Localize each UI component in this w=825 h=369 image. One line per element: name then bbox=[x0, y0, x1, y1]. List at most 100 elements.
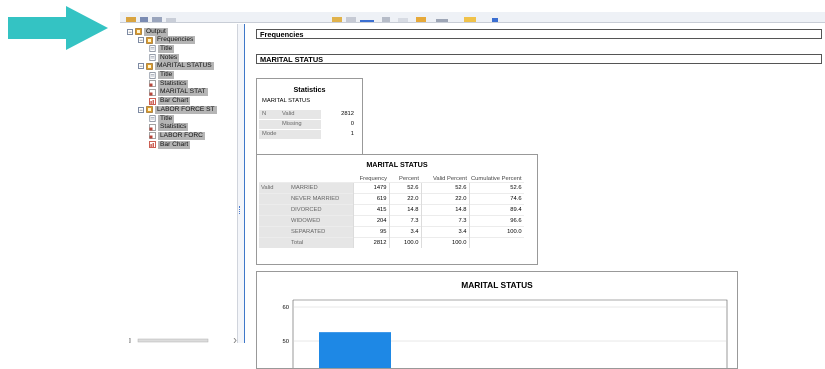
labor-table-icon bbox=[149, 132, 156, 140]
bar-married bbox=[319, 332, 391, 368]
frequency-cell: 95 bbox=[352, 226, 389, 238]
cumulative-cell bbox=[468, 237, 524, 248]
group-label bbox=[259, 226, 289, 238]
tree-item-label: Bar Chart bbox=[158, 140, 191, 149]
tree-item-label: LABOR FORCE ST bbox=[155, 105, 217, 114]
tree-item[interactable]: Title bbox=[149, 71, 175, 80]
frequency-grid: Frequency Percent Valid Percent Cumulati… bbox=[259, 172, 524, 248]
dialog-recall-icon bbox=[166, 18, 176, 22]
output-navigator: − Output − Frequencies Title Notes − MARITAL ST… bbox=[125, 24, 238, 343]
frequency-cell: 204 bbox=[352, 215, 389, 227]
chart-title: MARITAL STATUS bbox=[461, 280, 533, 290]
cumulative-cell: 96.6 bbox=[468, 215, 524, 227]
frequency-cell: 1479 bbox=[352, 182, 389, 194]
percent-cell: 52.6 bbox=[388, 182, 421, 194]
splitter-grip[interactable] bbox=[239, 206, 243, 214]
marital-frequency-table[interactable]: MARITAL STATUS Frequency Percent Valid P… bbox=[256, 154, 538, 265]
statistics-subtitle: MARITAL STATUS bbox=[262, 98, 311, 104]
group-label bbox=[259, 204, 289, 216]
output-viewer: Frequencies MARITAL STATUS Statistics MA… bbox=[244, 24, 825, 369]
tree-item-label: Title bbox=[158, 114, 175, 123]
stat-row-mode: Mode 1 bbox=[259, 130, 357, 139]
percent-cell: 100.0 bbox=[388, 237, 421, 248]
frequency-cell: 2812 bbox=[352, 237, 389, 248]
collapse-toggle-icon[interactable]: − bbox=[127, 28, 133, 36]
group-label bbox=[259, 237, 289, 248]
table-row: Total 2812 100.0 100.0 bbox=[259, 237, 524, 248]
tree-item-label: Statistics bbox=[158, 79, 189, 88]
tree-item[interactable]: Bar Chart bbox=[149, 140, 191, 149]
y-tick-label: 50 bbox=[283, 339, 289, 345]
valid-percent-cell: 3.4 bbox=[420, 226, 469, 238]
statistics-table-icon bbox=[149, 123, 156, 131]
tree-item-label: Output bbox=[144, 27, 168, 36]
percent-cell: 22.0 bbox=[388, 193, 421, 205]
toolbar-icons bbox=[126, 17, 498, 22]
col-frequency: Frequency bbox=[359, 176, 387, 182]
goto-case-icon bbox=[346, 17, 356, 22]
frequencies-heading[interactable]: Frequencies bbox=[256, 29, 822, 39]
marital-status-heading[interactable]: MARITAL STATUS bbox=[256, 54, 822, 64]
collapse-toggle-icon[interactable]: − bbox=[138, 63, 144, 70]
col-cumulative-percent: Cumulative Percent bbox=[471, 176, 522, 182]
tree-item[interactable]: Title bbox=[149, 44, 175, 53]
percent-cell: 3.4 bbox=[388, 226, 421, 238]
statistics-title: Statistics bbox=[293, 85, 326, 94]
tree-item[interactable]: LABOR FORC bbox=[149, 131, 205, 140]
tree-item[interactable]: − Frequencies bbox=[138, 36, 196, 45]
tree-item-label: MARITAL STAT bbox=[158, 88, 208, 97]
save-icon bbox=[140, 17, 148, 22]
statistics-table-icon bbox=[149, 80, 156, 87]
row-label: Total bbox=[289, 237, 353, 248]
row-label: NEVER MARRIED bbox=[289, 193, 353, 205]
tree-item[interactable]: − MARITAL STATUS bbox=[138, 62, 214, 71]
row-label: MARRIED bbox=[289, 182, 353, 194]
stat-row-valid: N Valid 2812 bbox=[259, 110, 357, 119]
tree-item-label: Bar Chart bbox=[158, 97, 191, 106]
goto-data-icon bbox=[332, 17, 342, 22]
navigator-hscrollbar[interactable] bbox=[128, 338, 238, 343]
percent-cell: 7.3 bbox=[388, 215, 421, 227]
weight-icon bbox=[464, 17, 476, 22]
marital-bar-chart[interactable]: MARITAL STATUS 50 60 bbox=[256, 271, 738, 369]
y-tick-label: 60 bbox=[283, 305, 289, 311]
row-label: DIVORCED bbox=[289, 204, 353, 216]
variables-icon bbox=[360, 20, 374, 22]
title-doc-icon bbox=[149, 71, 156, 79]
tree-item[interactable]: − Output bbox=[127, 27, 168, 36]
tree-item[interactable]: Statistics bbox=[149, 79, 189, 88]
row-label: SEPARATED bbox=[289, 226, 353, 238]
pointer-arrow-icon bbox=[8, 6, 108, 50]
n-label: N bbox=[259, 110, 279, 119]
tree-item[interactable]: Statistics bbox=[149, 123, 189, 132]
stat-row-missing: Missing 0 bbox=[259, 120, 357, 129]
tree-item-label: Notes bbox=[158, 53, 180, 62]
tree-item-label: MARITAL STATUS bbox=[155, 62, 214, 71]
marital-table-icon bbox=[149, 89, 156, 96]
table-row: WIDOWED 204 7.3 7.3 96.6 bbox=[259, 215, 524, 227]
tree-item[interactable]: − LABOR FORCE ST bbox=[138, 105, 217, 114]
collapse-toggle-icon[interactable]: − bbox=[138, 106, 144, 114]
group-label: Valid bbox=[259, 182, 289, 194]
title-doc-icon bbox=[149, 45, 156, 53]
table-row: DIVORCED 415 14.8 14.8 89.4 bbox=[259, 204, 524, 216]
marital-book-icon bbox=[146, 62, 153, 70]
tree-item[interactable]: MARITAL STAT bbox=[149, 88, 208, 97]
tree-item[interactable]: Notes bbox=[149, 53, 180, 62]
valid-label: Valid bbox=[279, 110, 321, 119]
collapse-toggle-icon[interactable]: − bbox=[138, 37, 144, 44]
tree-item[interactable]: Bar Chart bbox=[149, 97, 191, 106]
group-label bbox=[259, 215, 289, 227]
bar-chart-icon bbox=[149, 141, 156, 148]
cumulative-cell: 89.4 bbox=[468, 204, 524, 216]
missing-value: 0 bbox=[350, 121, 354, 127]
mode-value: 1 bbox=[350, 131, 354, 137]
valid-percent-cell: 7.3 bbox=[420, 215, 469, 227]
chart-canvas: MARITAL STATUS 50 60 bbox=[283, 280, 728, 368]
output-book-icon bbox=[135, 28, 142, 35]
valid-percent-cell: 14.8 bbox=[420, 204, 469, 216]
tree-item[interactable]: Title bbox=[149, 114, 175, 123]
find-icon bbox=[382, 17, 390, 22]
toolbar bbox=[120, 12, 825, 23]
tree-item-label: Statistics bbox=[158, 123, 189, 132]
